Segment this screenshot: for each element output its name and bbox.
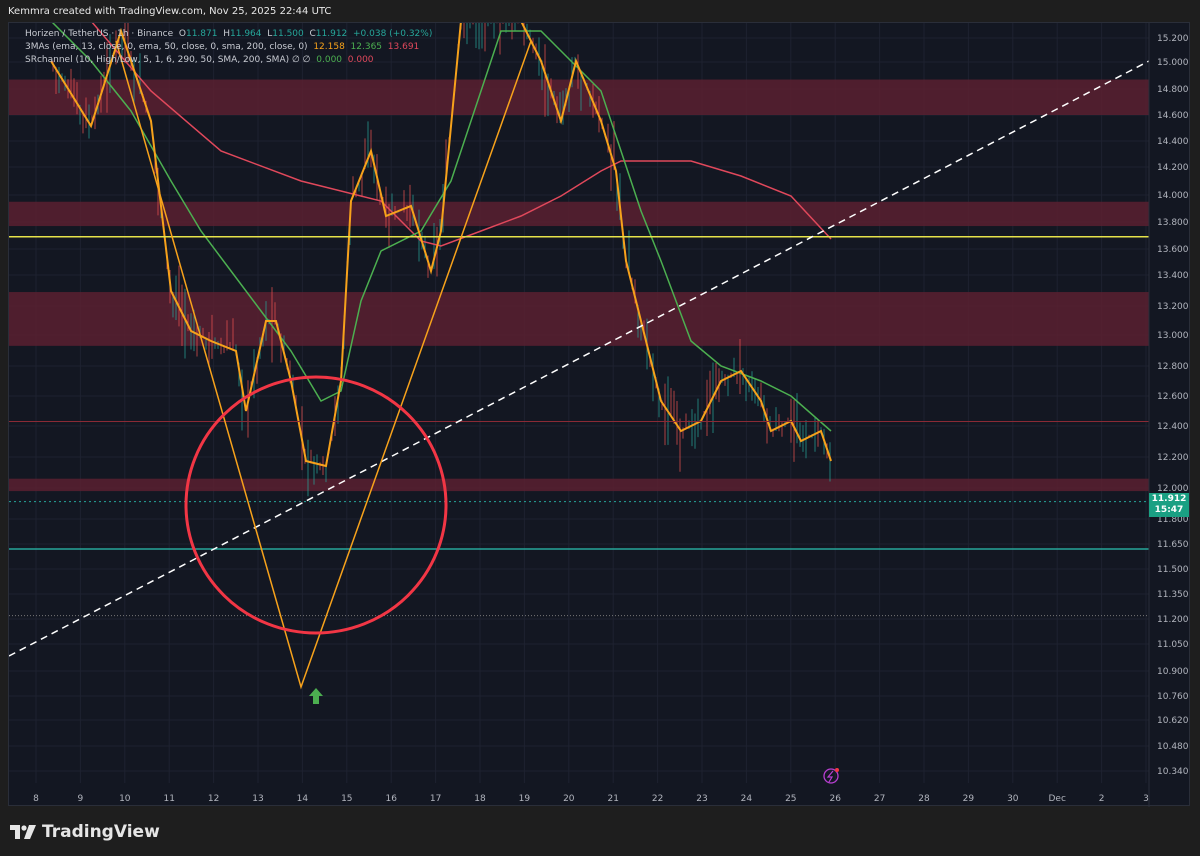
- time-tick-label: 14: [297, 794, 309, 804]
- time-tick-label: 16: [385, 794, 397, 804]
- sr-legend[interactable]: SRchannel (10, High/Low, 5, 1, 6, 290, 5…: [25, 55, 374, 65]
- grid: [9, 23, 1149, 783]
- time-tick-label: 9: [78, 794, 84, 804]
- sr-label: SRchannel (10, High/Low, 5, 1, 6, 290, 5…: [25, 55, 311, 65]
- time-tick-label: 29: [963, 794, 975, 804]
- time-tick-label: 2: [1099, 794, 1105, 804]
- change-value: +0.038 (+0.32%): [353, 29, 433, 39]
- sr-zone: [9, 201, 1149, 227]
- price-tick-label: 10.760: [1157, 692, 1189, 702]
- logo-text: TradingView: [42, 822, 160, 842]
- price-tick-label: 11.500: [1157, 565, 1189, 575]
- price-tick-label: 11.350: [1157, 590, 1189, 600]
- time-tick-label: 18: [474, 794, 486, 804]
- tradingview-logo[interactable]: TradingView: [10, 822, 160, 842]
- price-tick-label: 14.200: [1157, 163, 1189, 173]
- price-tick-label: 12.800: [1157, 362, 1189, 372]
- sr-zone: [9, 478, 1149, 492]
- time-tick-label: 30: [1007, 794, 1019, 804]
- price-tick-label: 10.340: [1157, 767, 1189, 777]
- sr-zone: [9, 292, 1149, 346]
- time-tick-label: 12: [208, 794, 219, 804]
- lightning-icon[interactable]: [823, 768, 839, 784]
- time-tick-label: 21: [607, 794, 618, 804]
- time-tick-label: 17: [430, 794, 441, 804]
- price-tick-label: 10.480: [1157, 742, 1189, 752]
- last-price-tag: 11.912 15:47: [1149, 493, 1189, 517]
- price-tick-label: 13.800: [1157, 218, 1189, 228]
- price-tick-label: 12.200: [1157, 453, 1189, 463]
- price-tick-label: 11.650: [1157, 540, 1189, 550]
- time-tick-label: 15: [341, 794, 352, 804]
- time-tick-label: 8: [33, 794, 39, 804]
- price-tick-label: 11.200: [1157, 615, 1189, 625]
- low-value: 11.500: [272, 29, 304, 39]
- triangle-drawing[interactable]: [115, 40, 532, 690]
- price-tick-label: 12.400: [1157, 422, 1189, 432]
- ema13-value: 12.158: [313, 42, 345, 52]
- price-tick-label: 13.600: [1157, 245, 1189, 255]
- price-chart[interactable]: 15.200 15.000 14.800 14.600 14.400 14.200 14.0…: [9, 23, 1191, 807]
- up-arrow-icon: [309, 688, 323, 704]
- chart-caption: Kemmra created with TradingView.com, Nov…: [8, 6, 332, 17]
- time-tick-label: 19: [519, 794, 531, 804]
- price-tick-label: 10.900: [1157, 667, 1189, 677]
- price-axis[interactable]: 15.200 15.000 14.800 14.600 14.400 14.200 14.0…: [1157, 34, 1189, 777]
- price-tick-label: 15.000: [1157, 58, 1189, 68]
- mas-legend[interactable]: 3MAs (ema, 13, close, 0, ema, 50, close,…: [25, 42, 419, 52]
- price-tick-label: 13.400: [1157, 271, 1189, 281]
- sr-value-1: 0.000: [316, 55, 343, 65]
- time-tick-label: 20: [563, 794, 575, 804]
- time-tick-label: 24: [741, 794, 753, 804]
- trendline-dashed[interactable]: [9, 60, 1150, 657]
- price-tick-label: 10.620: [1157, 716, 1189, 726]
- time-tick-label: 22: [652, 794, 663, 804]
- time-axis[interactable]: 8 9 10 11 12 13 14 15 16 17 18 19 20 21 22 23 24 25 26 27 28…: [33, 794, 1149, 804]
- bar-countdown: 15:47: [1154, 505, 1184, 515]
- symbol-legend[interactable]: Horizen / TetherUS · 1h · Binance O11.87…: [25, 29, 432, 39]
- price-tick-label: 15.200: [1157, 34, 1189, 44]
- time-tick-label: 11: [163, 794, 174, 804]
- tradingview-logo-icon: [10, 825, 36, 839]
- ema50-value: 12.365: [350, 42, 383, 52]
- mas-label: 3MAs (ema, 13, close, 0, ema, 50, close,…: [25, 42, 308, 52]
- sr-value-2: 0.000: [347, 55, 374, 65]
- time-tick-label: Dec: [1048, 794, 1065, 804]
- price-tick-label: 13.200: [1157, 302, 1189, 312]
- high-label: H: [223, 29, 230, 39]
- price-tick-label: 14.600: [1157, 111, 1189, 121]
- sma200-value: 13.691: [387, 42, 420, 52]
- symbol-title: Horizen / TetherUS · 1h · Binance: [25, 29, 174, 39]
- time-tick-label: 26: [829, 794, 841, 804]
- price-tick-label: 14.000: [1157, 191, 1189, 201]
- chart-panel[interactable]: 15.200 15.000 14.800 14.600 14.400 14.200 14.0…: [8, 22, 1191, 807]
- price-tick-label: 12.600: [1157, 392, 1189, 402]
- time-tick-label: 23: [696, 794, 707, 804]
- highlight-circle[interactable]: [184, 375, 448, 635]
- price-tick-label: 14.800: [1157, 85, 1189, 95]
- sr-zone: [9, 79, 1149, 115]
- time-tick-label: 10: [119, 794, 131, 804]
- last-price: 11.912: [1151, 494, 1187, 504]
- time-tick-label: 27: [874, 794, 885, 804]
- price-tick-label: 14.400: [1157, 137, 1189, 147]
- open-label: O: [178, 29, 186, 39]
- time-tick-label: 3: [1143, 794, 1149, 804]
- time-tick-label: 28: [918, 794, 930, 804]
- time-tick-label: 13: [252, 794, 263, 804]
- open-value: 11.871: [185, 29, 218, 39]
- high-value: 11.964: [230, 29, 262, 39]
- time-tick-label: 25: [785, 794, 796, 804]
- price-tick-label: 13.000: [1157, 331, 1189, 341]
- price-tick-label: 11.050: [1157, 640, 1189, 650]
- close-value: 11.912: [315, 29, 348, 39]
